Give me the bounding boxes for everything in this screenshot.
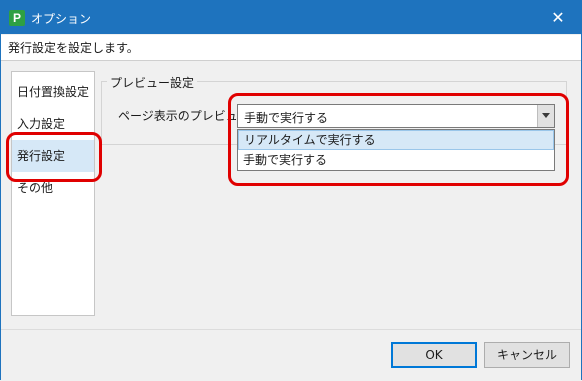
settings-nav: 日付置換設定 入力設定 発行設定 その他 (11, 71, 95, 316)
close-button[interactable]: ✕ (535, 1, 581, 34)
app-icon: P (9, 10, 25, 26)
dialog-footer: OK キャンセル (1, 329, 581, 381)
title-bar: P オプション ✕ (1, 1, 581, 34)
nav-item-date-replace[interactable]: 日付置換設定 (12, 76, 94, 108)
description-text: 発行設定を設定します。 (1, 35, 581, 61)
ok-button[interactable]: OK (391, 342, 477, 368)
annotation-highlight-dropdown (228, 93, 569, 186)
cancel-button[interactable]: キャンセル (484, 342, 570, 368)
close-icon: ✕ (551, 8, 565, 27)
preview-group-title: プレビュー設定 (107, 74, 198, 91)
window-title: オプション (31, 12, 92, 26)
options-dialog: P オプション ✕ 発行設定を設定します。 日付置換設定 入力設定 発行設定 そ… (0, 0, 582, 381)
annotation-highlight-nav (6, 132, 102, 182)
